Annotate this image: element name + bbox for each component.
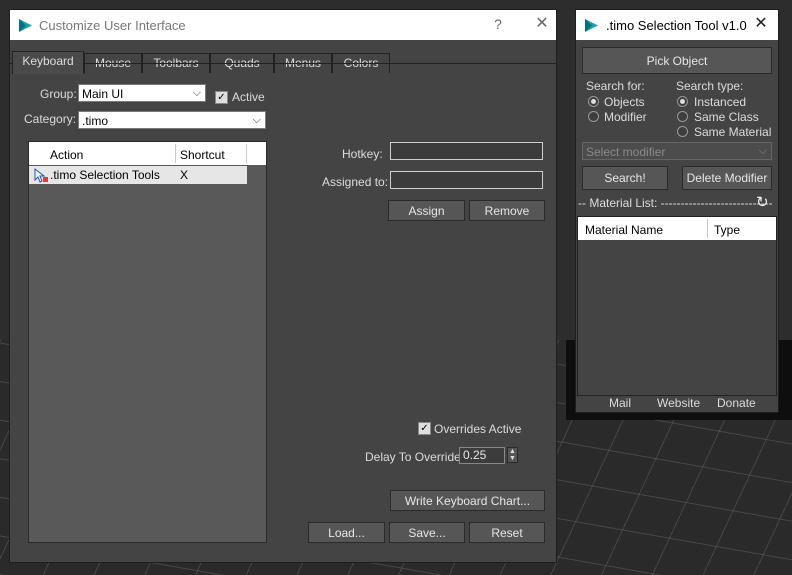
assigned-to-field[interactable] xyxy=(390,171,543,189)
action-list[interactable]: Action Shortcut .timo Selection Tools X xyxy=(28,141,267,543)
column-separator xyxy=(175,144,176,163)
chevron-down-icon: ⌵ xyxy=(252,114,261,126)
group-value: Main UI xyxy=(82,87,124,101)
column-separator xyxy=(707,219,708,238)
delay-label: Delay To Override: xyxy=(365,450,465,464)
refresh-icon[interactable]: ↻ xyxy=(756,193,769,211)
table-row[interactable]: .timo Selection Tools X xyxy=(29,166,247,184)
reset-button[interactable]: Reset xyxy=(469,522,545,543)
radio-instanced[interactable] xyxy=(677,96,688,107)
material-list-label: -- Material List: ----------------------… xyxy=(578,196,773,210)
website-link[interactable]: Website xyxy=(657,396,700,410)
hotkey-input[interactable] xyxy=(390,142,543,160)
column-header-type[interactable]: Type xyxy=(714,223,740,237)
column-header-material-name[interactable]: Material Name xyxy=(585,223,663,237)
overrides-active-checkbox[interactable]: ✓ xyxy=(418,422,431,435)
category-dropdown[interactable]: .timo ⌵ xyxy=(78,111,266,129)
column-separator xyxy=(246,144,247,163)
group-dropdown[interactable]: Main UI ⌵ xyxy=(78,84,206,102)
radio-same-class[interactable] xyxy=(677,111,688,122)
timo-title: .timo Selection Tool v1.0 xyxy=(606,18,747,33)
tab-keyboard[interactable]: Keyboard xyxy=(12,51,84,74)
app-logo-icon xyxy=(19,19,32,32)
search-button[interactable]: Search! xyxy=(582,166,668,190)
column-header-shortcut[interactable]: Shortcut xyxy=(180,148,225,162)
radio-same-material-label: Same Material xyxy=(694,125,772,139)
write-keyboard-chart-button[interactable]: Write Keyboard Chart... xyxy=(390,490,545,511)
active-checkbox[interactable]: ✓ xyxy=(215,91,228,104)
search-type-label: Search type: xyxy=(676,79,744,93)
row-shortcut: X xyxy=(180,168,189,182)
material-list-header: Material Name Type xyxy=(578,217,776,240)
overrides-active-label: Overrides Active xyxy=(434,422,522,436)
chevron-down-icon: ⌵ xyxy=(758,145,767,157)
app-logo-icon xyxy=(585,19,598,32)
help-button[interactable]: ? xyxy=(488,14,508,34)
customize-ui-window: Customize User Interface ? ✕ Keyboard Mo… xyxy=(10,10,556,562)
modifier-placeholder: Select modifier xyxy=(586,145,666,159)
cui-close-button[interactable]: ✕ xyxy=(532,14,552,34)
remove-button[interactable]: Remove xyxy=(469,200,545,221)
assign-button[interactable]: Assign xyxy=(388,200,465,221)
hotkey-label: Hotkey: xyxy=(342,147,383,161)
pick-object-button[interactable]: Pick Object xyxy=(582,47,772,74)
active-label: Active xyxy=(232,90,265,104)
category-label: Category: xyxy=(24,112,77,126)
action-list-header: Action Shortcut xyxy=(29,142,266,165)
timo-titlebar[interactable]: .timo Selection Tool v1.0 ✕ xyxy=(576,10,778,40)
radio-objects[interactable] xyxy=(588,96,599,107)
delay-input[interactable]: 0.25 xyxy=(459,447,505,464)
radio-objects-label: Objects xyxy=(604,95,645,109)
column-header-action[interactable]: Action xyxy=(50,148,83,162)
cursor-select-icon xyxy=(34,168,48,183)
radio-same-class-label: Same Class xyxy=(694,110,759,124)
donate-link[interactable]: Donate xyxy=(717,396,756,410)
search-for-label: Search for: xyxy=(586,79,645,93)
radio-same-material[interactable] xyxy=(677,126,688,137)
group-label: Group: xyxy=(40,87,77,101)
material-list[interactable]: Material Name Type xyxy=(577,216,777,396)
radio-instanced-label: Instanced xyxy=(694,95,747,109)
assigned-to-label: Assigned to: xyxy=(322,175,389,189)
save-button[interactable]: Save... xyxy=(389,522,465,543)
row-action: .timo Selection Tools xyxy=(50,168,160,182)
delete-modifier-button[interactable]: Delete Modifier xyxy=(682,166,772,190)
chevron-down-icon: ⌵ xyxy=(192,87,201,99)
cui-title: Customize User Interface xyxy=(39,18,186,33)
modifier-dropdown[interactable]: Select modifier ⌵ xyxy=(582,142,772,160)
cui-titlebar[interactable]: Customize User Interface ? ✕ xyxy=(10,10,556,40)
tab-divider xyxy=(10,63,556,64)
delay-spinner[interactable]: ▲ ▼ xyxy=(507,447,518,463)
radio-modifier[interactable] xyxy=(588,111,599,122)
timo-close-button[interactable]: ✕ xyxy=(751,14,771,34)
timo-selection-tool-window: .timo Selection Tool v1.0 ✕ Pick Object … xyxy=(576,10,778,412)
radio-modifier-label: Modifier xyxy=(604,110,647,124)
mail-link[interactable]: Mail xyxy=(609,396,631,410)
load-button[interactable]: Load... xyxy=(308,522,385,543)
category-value: .timo xyxy=(82,114,109,128)
